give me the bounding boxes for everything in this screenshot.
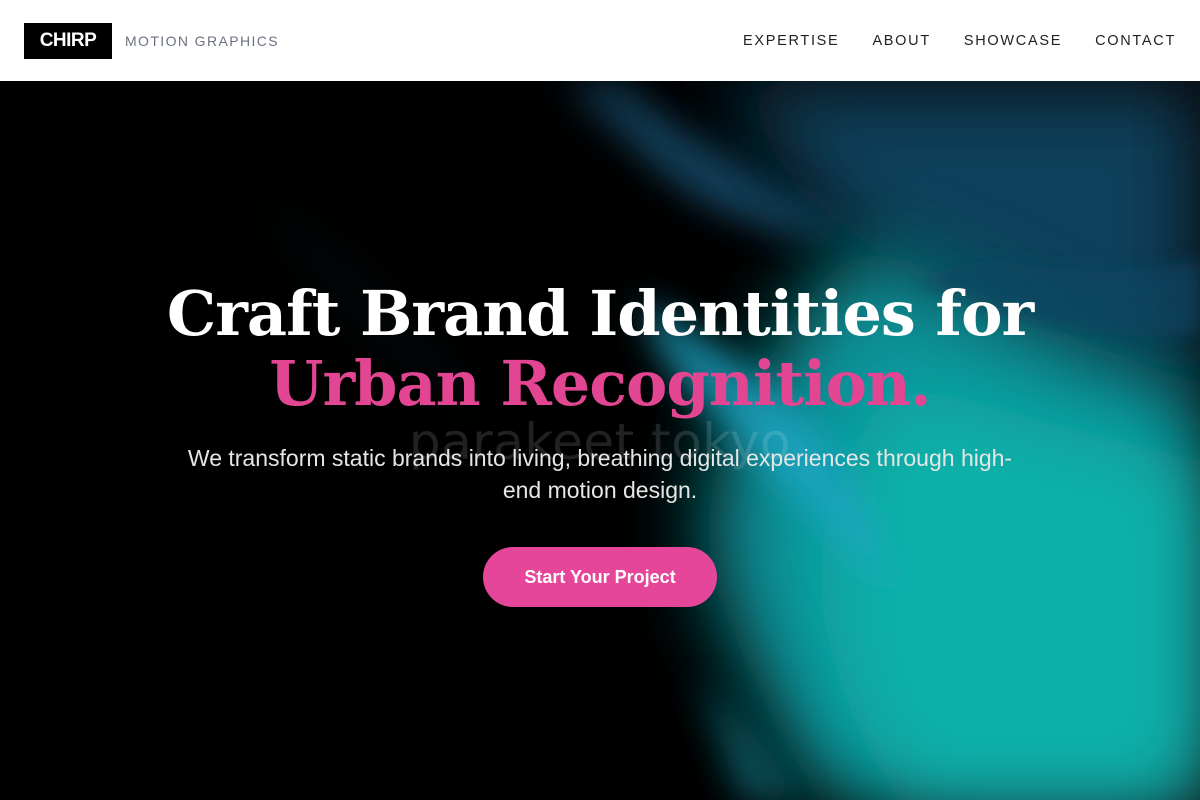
site-header: CHIRP MOTION GRAPHICS EXPERTISE ABOUT SH… [0,0,1200,81]
nav-link-contact[interactable]: CONTACT [1095,33,1176,49]
logo[interactable]: CHIRP [24,22,112,59]
headline-line-2: Urban Recognition. [269,347,931,420]
start-project-button[interactable]: Start Your Project [483,547,717,607]
brand-tagline: MOTION GRAPHICS [125,32,280,49]
hero-section: parakeet tokyo Craft Brand Identities fo… [0,81,1200,800]
hero-headline: Craft Brand Identities for Urban Recogni… [0,279,1200,419]
nav-link-expertise[interactable]: EXPERTISE [743,33,839,49]
main-nav: EXPERTISE ABOUT SHOWCASE CONTACT [743,33,1176,49]
hero-subtitle: We transform static brands into living, … [187,445,1013,503]
headline-line-1: Craft Brand Identities for [166,277,1034,350]
nav-link-about[interactable]: ABOUT [872,33,930,49]
nav-link-showcase[interactable]: SHOWCASE [964,33,1062,49]
brand[interactable]: CHIRP MOTION GRAPHICS [24,22,280,59]
